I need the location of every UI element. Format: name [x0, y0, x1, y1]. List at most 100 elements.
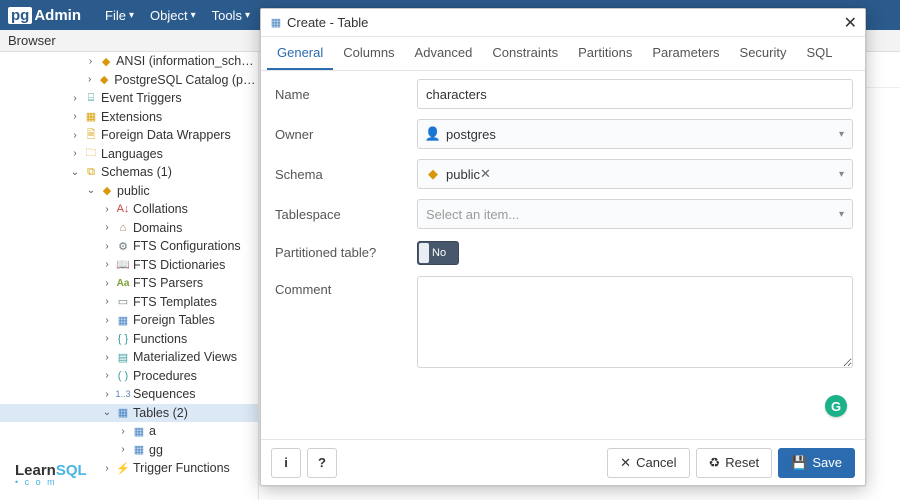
tree-node-public[interactable]: ⌄◆public	[0, 182, 258, 201]
domains-icon: ⌂	[116, 221, 130, 235]
menu-file[interactable]: File▾	[97, 0, 142, 30]
tab-general[interactable]: General	[267, 37, 333, 70]
schemas-icon: ⧉	[84, 165, 98, 179]
info-button[interactable]: i	[271, 448, 301, 478]
partitioned-toggle[interactable]: No	[417, 241, 459, 265]
event-triggers-icon: ⌸	[84, 91, 98, 105]
dialog-tabs: General Columns Advanced Constraints Par…	[261, 37, 865, 71]
tree-node-ftstpl[interactable]: ›▭FTS Templates	[0, 293, 258, 312]
tablespace-select[interactable]: Select an item... ▾	[417, 199, 853, 229]
tab-sql[interactable]: SQL	[797, 37, 843, 70]
chevron-down-icon: ▾	[191, 10, 196, 21]
tablespace-placeholder: Select an item...	[426, 207, 519, 222]
tab-partitions[interactable]: Partitions	[568, 37, 642, 70]
wrapper-icon: 🗎	[84, 128, 98, 142]
schema-icon: ◆	[100, 184, 114, 198]
tab-security[interactable]: Security	[730, 37, 797, 70]
tree-node-tables[interactable]: ⌄▦Tables (2)	[0, 404, 258, 423]
schema-select[interactable]: ◆ public ✕ ▾	[417, 159, 853, 189]
label-comment: Comment	[267, 276, 417, 303]
tree-node-matviews[interactable]: ›▤Materialized Views	[0, 348, 258, 367]
foreign-tables-icon: ▦	[116, 313, 130, 327]
chevron-down-icon: ▾	[839, 169, 844, 180]
functions-icon: { }	[116, 332, 130, 346]
browser-label: Browser	[8, 33, 56, 48]
create-table-dialog: ▦ Create - Table ✕ General Columns Advan…	[260, 8, 866, 486]
menu-object[interactable]: Object▾	[142, 0, 204, 30]
chevron-down-icon: ▾	[245, 10, 250, 21]
sequences-icon: 1..3	[116, 387, 130, 401]
table-icon: ▦	[132, 424, 146, 438]
tree-node-ansi[interactable]: ›◆ANSI (information_schema)	[0, 52, 258, 71]
fts-parser-icon: Aa	[116, 276, 130, 290]
tab-advanced[interactable]: Advanced	[405, 37, 483, 70]
learnsql-watermark: LearnSQL • c o m	[12, 462, 90, 488]
save-button[interactable]: 💾Save	[778, 448, 855, 478]
tree-node-procedures[interactable]: ›( )Procedures	[0, 367, 258, 386]
tree-node-event-triggers[interactable]: ›⌸Event Triggers	[0, 89, 258, 108]
chevron-down-icon: ▾	[839, 209, 844, 220]
menu-tools[interactable]: Tools▾	[204, 0, 258, 30]
cancel-button[interactable]: ✕Cancel	[607, 448, 689, 478]
tree-node-sequences[interactable]: ›1..3Sequences	[0, 385, 258, 404]
save-icon: 💾	[791, 455, 807, 471]
tree-node-pgcatalog[interactable]: ›◆PostgreSQL Catalog (pg_catalog)	[0, 71, 258, 90]
recycle-icon: ♻	[709, 455, 721, 471]
owner-select[interactable]: 👤 postgres ▾	[417, 119, 853, 149]
tree-node-foreigntables[interactable]: ›▦Foreign Tables	[0, 311, 258, 330]
app-logo: pg Admin	[8, 7, 81, 24]
collations-icon: A↓	[116, 202, 130, 216]
matviews-icon: ▤	[116, 350, 130, 364]
languages-icon: 🗀	[84, 147, 98, 161]
procedures-icon: ( )	[116, 369, 130, 383]
logo-admin-text: Admin	[34, 7, 81, 24]
grammarly-badge[interactable]: G	[825, 395, 847, 417]
toggle-knob	[419, 243, 429, 263]
tab-constraints[interactable]: Constraints	[482, 37, 568, 70]
help-button[interactable]: ?	[307, 448, 337, 478]
name-input[interactable]	[417, 79, 853, 109]
tree-node-ftsdict[interactable]: ›📖FTS Dictionaries	[0, 256, 258, 275]
comment-textarea[interactable]	[417, 276, 853, 368]
tree-node-ftsconf[interactable]: ›⚙FTS Configurations	[0, 237, 258, 256]
tree-node-languages[interactable]: ›🗀Languages	[0, 145, 258, 164]
chevron-down-icon: ▾	[839, 129, 844, 140]
label-schema: Schema	[267, 161, 417, 188]
tree-node-fdw[interactable]: ›🗎Foreign Data Wrappers	[0, 126, 258, 145]
schema-value: public	[446, 167, 480, 182]
schema-icon: ◆	[426, 166, 440, 182]
tab-columns[interactable]: Columns	[333, 37, 404, 70]
extensions-icon: ▦	[84, 110, 98, 124]
tree-node-functions[interactable]: ›{ }Functions	[0, 330, 258, 349]
tree-node-ftspar[interactable]: ›AaFTS Parsers	[0, 274, 258, 293]
object-tree: ›◆ANSI (information_schema) ›◆PostgreSQL…	[0, 52, 258, 500]
tree-node-domains[interactable]: ›⌂Domains	[0, 219, 258, 238]
label-tablespace: Tablespace	[267, 201, 417, 228]
label-partitioned: Partitioned table?	[267, 239, 417, 266]
dialog-footer: i ? ✕Cancel ♻Reset 💾Save	[261, 439, 865, 485]
trigger-functions-icon: ⚡	[116, 461, 130, 475]
label-owner: Owner	[267, 121, 417, 148]
toggle-label: No	[432, 247, 446, 259]
tree-node-schemas[interactable]: ⌄⧉Schemas (1)	[0, 163, 258, 182]
label-name: Name	[267, 81, 417, 108]
tree-node-collations[interactable]: ›A↓Collations	[0, 200, 258, 219]
reset-button[interactable]: ♻Reset	[696, 448, 773, 478]
tab-parameters[interactable]: Parameters	[642, 37, 729, 70]
chevron-down-icon: ▾	[129, 10, 134, 21]
owner-value: postgres	[446, 127, 496, 142]
dialog-titlebar[interactable]: ▦ Create - Table ✕	[261, 9, 865, 37]
logo-pg-badge: pg	[8, 7, 32, 24]
tree-node-table-gg[interactable]: ›▦gg	[0, 441, 258, 460]
close-icon: ✕	[620, 455, 631, 471]
user-icon: 👤	[426, 126, 440, 142]
fts-dict-icon: 📖	[116, 258, 130, 272]
dialog-form: Name Owner 👤 postgres ▾ Schema ◆ public …	[261, 71, 865, 439]
close-icon[interactable]: ✕	[844, 13, 857, 33]
tree-node-table-a[interactable]: ›▦a	[0, 422, 258, 441]
clear-icon[interactable]: ✕	[480, 166, 491, 182]
fts-config-icon: ⚙	[116, 239, 130, 253]
tree-node-extensions[interactable]: ›▦Extensions	[0, 108, 258, 127]
table-icon: ▦	[269, 16, 283, 30]
table-icon: ▦	[132, 443, 146, 457]
